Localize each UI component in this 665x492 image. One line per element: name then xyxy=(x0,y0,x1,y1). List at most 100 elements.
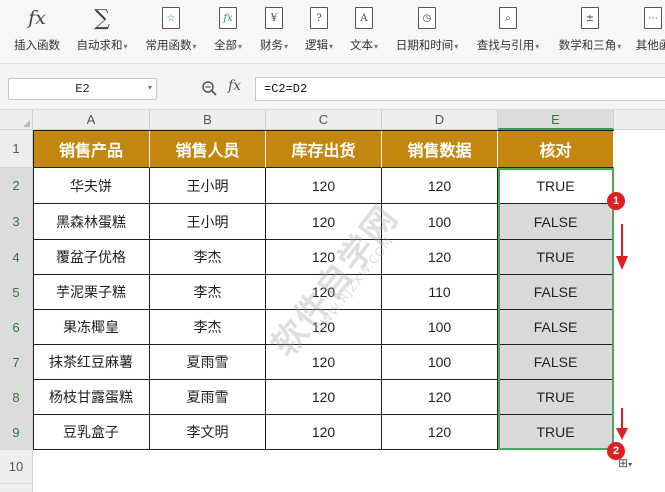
cell-e4[interactable]: TRUE xyxy=(498,240,614,275)
cell-c2[interactable]: 120 xyxy=(266,168,382,204)
chevron-down-icon[interactable]: ▾ xyxy=(148,79,152,99)
cell-b5[interactable]: 李杰 xyxy=(150,275,266,310)
cell-c3[interactable]: 120 xyxy=(266,204,382,240)
cell-c4[interactable]: 120 xyxy=(266,240,382,275)
cell-a3[interactable]: 黑森林蛋糕 xyxy=(33,204,150,240)
row-header-7[interactable]: 7 xyxy=(0,345,33,380)
cell-c6[interactable]: 120 xyxy=(266,310,382,345)
row-header-5[interactable]: 5 xyxy=(0,275,33,310)
autosum-label: 自动求和 xyxy=(76,40,123,52)
cell-e7[interactable]: FALSE xyxy=(498,345,614,380)
cell-c7[interactable]: 120 xyxy=(266,345,382,380)
row-header-10[interactable]: 10 xyxy=(0,450,33,484)
name-box[interactable]: E2 ▾ xyxy=(8,78,157,100)
header-cell-d[interactable]: 销售数据 xyxy=(382,130,498,168)
cell-d8[interactable]: 120 xyxy=(382,380,498,415)
cell-e8[interactable]: TRUE xyxy=(498,380,614,415)
cell-c8[interactable]: 120 xyxy=(266,380,382,415)
datetime-button[interactable]: ◷ 日期和时间▾ xyxy=(389,0,465,64)
autosum-button[interactable]: ∑ 自动求和▾ xyxy=(72,0,132,64)
cell-b2[interactable]: 王小明 xyxy=(150,168,266,204)
cell-e9[interactable]: TRUE xyxy=(498,415,614,450)
column-header-a[interactable]: A xyxy=(33,110,150,130)
logic-icon: ? xyxy=(308,6,330,30)
text-button[interactable]: A 文本▾ xyxy=(344,0,384,64)
fx-icon[interactable]: fx xyxy=(228,78,241,94)
cell-b8[interactable]: 夏雨雪 xyxy=(150,380,266,415)
column-header-e[interactable]: E xyxy=(498,110,614,130)
finance-button[interactable]: ¥ 财务▾ xyxy=(254,0,294,64)
lookup-button[interactable]: ⌕ 查找与引用▾ xyxy=(470,0,546,64)
other-functions-button[interactable]: ⋯ 其他函 xyxy=(633,0,665,64)
cell-d2[interactable]: 120 xyxy=(382,168,498,204)
annotation-marker-1: 1 xyxy=(607,192,625,210)
fx-icon: fx xyxy=(28,7,46,29)
row-header-11[interactable] xyxy=(0,484,33,492)
chevron-down-icon: ▾ xyxy=(123,42,128,51)
cell-b9[interactable]: 李文明 xyxy=(150,415,266,450)
header-cell-b[interactable]: 销售人员 xyxy=(150,130,266,168)
cell-b7[interactable]: 夏雨雪 xyxy=(150,345,266,380)
cell-e6[interactable]: FALSE xyxy=(498,310,614,345)
all-functions-button[interactable]: fx 全部▾ xyxy=(208,0,248,64)
header-cell-c[interactable]: 库存出货 xyxy=(266,130,382,168)
row-header-2[interactable]: 2 xyxy=(0,168,33,204)
cell-a6[interactable]: 果冻椰皇 xyxy=(33,310,150,345)
chevron-down-icon: ▾ xyxy=(535,42,540,51)
column-header-b[interactable]: B xyxy=(150,110,266,130)
cell-d5[interactable]: 110 xyxy=(382,275,498,310)
insert-function-label: 插入函数 xyxy=(14,40,60,52)
all-functions-icon: fx xyxy=(217,6,239,30)
cell-c9[interactable]: 120 xyxy=(266,415,382,450)
row-header-1[interactable]: 1 xyxy=(0,130,33,168)
lookup-icon: ⌕ xyxy=(497,6,519,30)
row-header-6[interactable]: 6 xyxy=(0,310,33,345)
cell-d9[interactable]: 120 xyxy=(382,415,498,450)
cell-d7[interactable]: 100 xyxy=(382,345,498,380)
insert-function-button[interactable]: fx 插入函数 xyxy=(9,0,65,64)
all-functions-label: 全部 xyxy=(213,40,237,52)
zoom-icon[interactable] xyxy=(201,80,218,97)
chevron-down-icon: ▾ xyxy=(192,42,197,51)
chevron-down-icon: ▾ xyxy=(454,42,459,51)
cell-e3[interactable]: FALSE xyxy=(498,204,614,240)
cell-d3[interactable]: 100 xyxy=(382,204,498,240)
cell-a8[interactable]: 杨枝甘露蛋糕 xyxy=(33,380,150,415)
cell-a4[interactable]: 覆盆子优格 xyxy=(33,240,150,275)
select-all-corner[interactable] xyxy=(0,110,33,130)
column-header-c[interactable]: C xyxy=(266,110,382,130)
header-cell-e[interactable]: 核对 xyxy=(498,130,614,168)
logic-button[interactable]: ? 逻辑▾ xyxy=(299,0,339,64)
datetime-label: 日期和时间 xyxy=(395,40,454,52)
cell-a9[interactable]: 豆乳盒子 xyxy=(33,415,150,450)
cell-e5[interactable]: FALSE xyxy=(498,275,614,310)
column-header-f[interactable] xyxy=(614,110,665,130)
cell-b6[interactable]: 李杰 xyxy=(150,310,266,345)
row-header-3[interactable]: 3 xyxy=(0,204,33,240)
cell-d4[interactable]: 120 xyxy=(382,240,498,275)
cell-d6[interactable]: 100 xyxy=(382,310,498,345)
column-header-d[interactable]: D xyxy=(382,110,498,130)
common-functions-icon: ☆ xyxy=(160,6,182,30)
chevron-down-icon: ▾ xyxy=(237,42,242,51)
row-header-8[interactable]: 8 xyxy=(0,380,33,415)
logic-label: 逻辑 xyxy=(304,40,328,52)
common-functions-button[interactable]: ☆ 常用函数▾ xyxy=(140,0,202,64)
cell-b4[interactable]: 李杰 xyxy=(150,240,266,275)
cell-c5[interactable]: 120 xyxy=(266,275,382,310)
math-icon: ± xyxy=(579,6,601,30)
cell-a7[interactable]: 抹茶红豆麻薯 xyxy=(33,345,150,380)
cell-a2[interactable]: 华夫饼 xyxy=(33,168,150,204)
cell-b3[interactable]: 王小明 xyxy=(150,204,266,240)
paste-options-icon[interactable]: ⊞▾ xyxy=(618,456,648,474)
row-header-9[interactable]: 9 xyxy=(0,415,33,450)
chevron-down-icon: ▾ xyxy=(283,42,288,51)
formula-input[interactable]: =C2=D2 xyxy=(255,77,665,101)
math-button[interactable]: ± 数学和三角▾ xyxy=(552,0,628,64)
table-border-top xyxy=(33,130,614,131)
cell-a5[interactable]: 芋泥栗子糕 xyxy=(33,275,150,310)
row-header-4[interactable]: 4 xyxy=(0,240,33,275)
cell-e2[interactable]: TRUE xyxy=(498,168,614,204)
header-cell-a[interactable]: 销售产品 xyxy=(33,130,150,168)
text-icon: A xyxy=(353,6,375,30)
